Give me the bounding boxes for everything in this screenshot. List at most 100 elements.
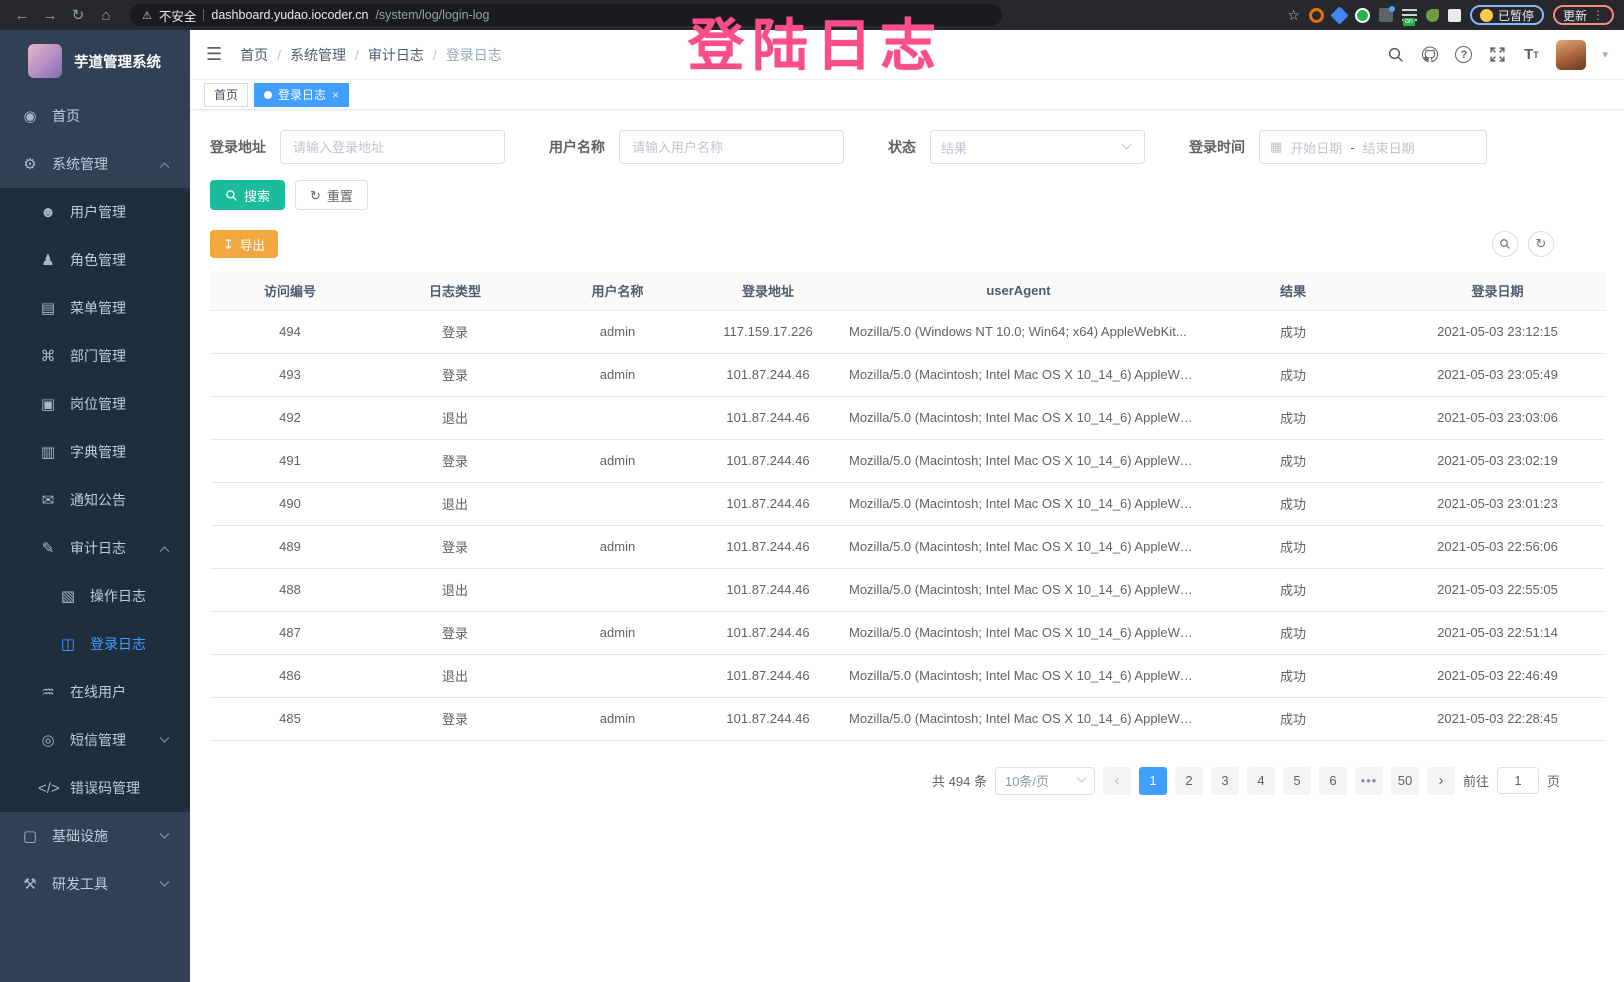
sidebar-item-sms-management[interactable]: ◎短信管理 — [0, 716, 190, 764]
header-search-icon[interactable] — [1387, 46, 1405, 64]
sidebar-item-dict-management[interactable]: ▥字典管理 — [0, 428, 190, 476]
status-label: 状态 — [888, 137, 916, 157]
font-size-icon[interactable]: TT — [1522, 46, 1540, 64]
cell-ip: 101.87.244.46 — [695, 697, 841, 740]
extension-icon-green[interactable] — [1355, 8, 1370, 23]
prev-page-button[interactable]: ‹ — [1103, 767, 1131, 795]
sidebar-item-label: 用户管理 — [70, 202, 126, 222]
help-icon[interactable]: ? — [1455, 46, 1472, 63]
tab-login-log[interactable]: 登录日志 × — [254, 83, 349, 107]
extension-icon-list[interactable]: on — [1402, 9, 1417, 22]
sidebar-item-dept-management[interactable]: ⌘部门管理 — [0, 332, 190, 380]
breadcrumb-current: 登录日志 — [446, 45, 502, 65]
page-button-3[interactable]: 3 — [1211, 767, 1239, 795]
breadcrumb-home[interactable]: 首页 — [240, 45, 268, 65]
toggle-search-circle-button[interactable] — [1492, 231, 1518, 257]
search-button[interactable]: 搜索 — [210, 180, 285, 210]
goto-page-input[interactable] — [1497, 767, 1539, 794]
tab-home[interactable]: 首页 — [204, 83, 248, 107]
status-select[interactable]: 结果 — [930, 130, 1145, 164]
column-header: 访问编号 — [210, 272, 370, 310]
cell-user: admin — [540, 310, 695, 353]
sidebar-item-online-users[interactable]: ♒在线用户 — [0, 668, 190, 716]
filter-form: 登录地址 用户名称 状态 结果 登录时间 ▦ — [210, 130, 1600, 164]
browser-home-icon[interactable]: ⌂ — [94, 7, 118, 24]
sidebar-item-operation-log[interactable]: ▧操作日志 — [0, 572, 190, 620]
page-button-50[interactable]: 50 — [1391, 767, 1419, 795]
breadcrumb: 首页 / 系统管理 / 审计日志 / 登录日志 — [240, 45, 502, 65]
cell-ip: 101.87.244.46 — [695, 568, 841, 611]
page-button-2[interactable]: 2 — [1175, 767, 1203, 795]
sidebar-item-label: 研发工具 — [52, 874, 108, 894]
sidebar-item-notice-announcement[interactable]: ✉通知公告 — [0, 476, 190, 524]
sidebar-item-infrastructure[interactable]: ▢基础设施 — [0, 812, 190, 860]
sidebar-item-menu-management[interactable]: ▤菜单管理 — [0, 284, 190, 332]
browser-forward-icon[interactable]: → — [38, 7, 62, 24]
update-button-label: 更新 — [1563, 7, 1587, 24]
sidebar-item-system-management[interactable]: ⚙系统管理 — [0, 140, 190, 188]
cell-type: 登录 — [370, 439, 540, 482]
tab-close-icon[interactable]: × — [332, 88, 339, 102]
username-label: 用户名称 — [549, 137, 605, 157]
page-button-4[interactable]: 4 — [1247, 767, 1275, 795]
extensions-puzzle-icon[interactable] — [1448, 9, 1461, 22]
cell-result: 成功 — [1196, 396, 1390, 439]
goto-label: 前往 — [1463, 771, 1489, 790]
date-range-picker[interactable]: ▦ 开始日期 - 结束日期 — [1259, 130, 1487, 164]
sidebar-item-error-code-management[interactable]: </>错误码管理 — [0, 764, 190, 812]
breadcrumb-audit[interactable]: 审计日志 — [368, 45, 424, 65]
sidebar-item-role-management[interactable]: ♟角色管理 — [0, 236, 190, 284]
sidebar-item-audit-log[interactable]: ✎审计日志 — [0, 524, 190, 572]
refresh-table-circle-button[interactable]: ↻ — [1528, 231, 1554, 257]
sidebar-item-home[interactable]: ◉首页 — [0, 92, 190, 140]
browser-reload-icon[interactable]: ↻ — [66, 6, 90, 24]
page-size-select[interactable]: 10条/页 — [995, 767, 1095, 795]
extension-icon-leaf[interactable] — [1426, 9, 1439, 22]
login-log-icon: ◫ — [58, 635, 78, 653]
extension-icon-orange[interactable] — [1309, 8, 1324, 23]
sidebar-item-dev-tools[interactable]: ⚒研发工具 — [0, 860, 190, 908]
more-pages-button[interactable]: ••• — [1355, 767, 1383, 795]
sidebar-item-user-management[interactable]: ☻用户管理 — [0, 188, 190, 236]
login-address-input[interactable] — [280, 130, 505, 164]
sidebar-item-post-management[interactable]: ▣岗位管理 — [0, 380, 190, 428]
table-header-row: 访问编号日志类型用户名称登录地址userAgent结果登录日期 — [210, 272, 1605, 310]
app-logo-row[interactable]: 芋道管理系统 — [0, 30, 190, 92]
page-button-5[interactable]: 5 — [1283, 767, 1311, 795]
extension-icon-grid[interactable] — [1379, 8, 1393, 22]
cell-id: 487 — [210, 611, 370, 654]
cell-type: 登录 — [370, 611, 540, 654]
cell-date: 2021-05-03 22:46:49 — [1390, 654, 1605, 697]
page-button-1[interactable]: 1 — [1139, 767, 1167, 795]
page-button-6[interactable]: 6 — [1319, 767, 1347, 795]
avatar-caret-down-icon[interactable]: ▾ — [1602, 48, 1608, 61]
address-bar[interactable]: ⚠ 不安全 dashboard.yudao.iocoder.cn/system/… — [130, 4, 1002, 26]
cell-ip: 101.87.244.46 — [695, 396, 841, 439]
extension-icon-blue-diamond[interactable] — [1330, 6, 1348, 24]
next-page-button[interactable]: › — [1427, 767, 1455, 795]
fullscreen-icon[interactable] — [1488, 46, 1506, 64]
reset-button[interactable]: ↻ 重置 — [295, 180, 368, 210]
chevron-up-icon — [160, 162, 170, 172]
cell-ip: 101.87.244.46 — [695, 439, 841, 482]
end-date-placeholder: 结束日期 — [1363, 138, 1415, 157]
profile-paused-badge[interactable]: 已暂停 — [1470, 5, 1544, 25]
table-row: 487登录admin101.87.244.46Mozilla/5.0 (Maci… — [210, 611, 1605, 654]
github-icon[interactable] — [1421, 46, 1439, 64]
search-button-label: 搜索 — [244, 186, 270, 205]
user-avatar[interactable] — [1556, 40, 1586, 70]
cell-ua: Mozilla/5.0 (Macintosh; Intel Mac OS X 1… — [841, 654, 1196, 697]
bookmark-star-icon[interactable]: ☆ — [1287, 7, 1300, 24]
browser-update-button[interactable]: 更新 ⋮ — [1553, 5, 1614, 25]
browser-menu-kebab-icon[interactable]: ⋮ — [1592, 8, 1604, 22]
export-button[interactable]: ↧ 导出 — [210, 230, 278, 258]
app-logo-image — [28, 44, 62, 78]
username-input[interactable] — [619, 130, 844, 164]
browser-back-icon[interactable]: ← — [10, 7, 34, 24]
sidebar-item-label: 短信管理 — [70, 730, 126, 750]
cell-id: 490 — [210, 482, 370, 525]
hamburger-icon[interactable]: ☰ — [206, 44, 222, 65]
breadcrumb-system[interactable]: 系统管理 — [290, 45, 346, 65]
sidebar-item-label: 字典管理 — [70, 442, 126, 462]
sidebar-item-login-log[interactable]: ◫登录日志 — [0, 620, 190, 668]
